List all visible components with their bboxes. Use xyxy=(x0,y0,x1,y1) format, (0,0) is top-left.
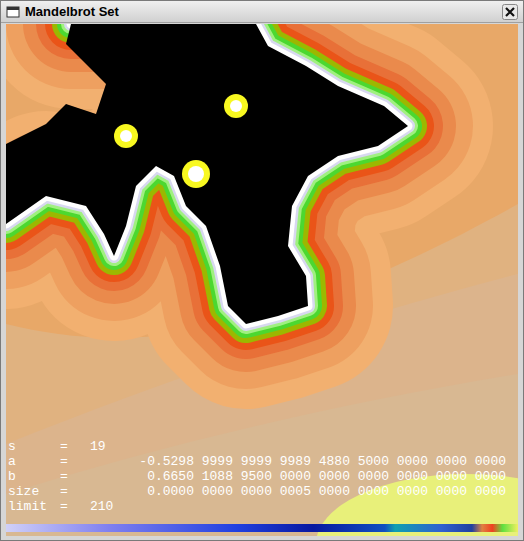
info-row: size=0.0000 0000 0000 0005 0000 0000 000… xyxy=(8,484,506,499)
info-value: 19 xyxy=(76,439,106,454)
info-separator: = xyxy=(60,439,76,454)
info-label: s xyxy=(8,439,60,454)
info-label: b xyxy=(8,469,60,484)
info-row: b=0.6650 1088 9500 0000 0000 0000 0000 0… xyxy=(8,469,506,484)
info-separator: = xyxy=(60,499,76,514)
info-panel: s=19a=-0.5298 9999 9999 9989 4880 5000 0… xyxy=(8,439,506,514)
palette-bar xyxy=(6,524,518,532)
info-value: 210 xyxy=(76,499,113,514)
close-icon[interactable] xyxy=(502,4,518,20)
info-label: limit xyxy=(8,499,60,514)
info-separator: = xyxy=(60,484,76,499)
window: Mandelbrot Sets=19a=-0.5298 9999 9999 99… xyxy=(0,0,524,541)
info-label: a xyxy=(8,454,60,469)
info-value: -0.5298 9999 9999 9989 4880 5000 0000 00… xyxy=(76,454,506,469)
info-label: size xyxy=(8,484,60,499)
window-title: Mandelbrot Set xyxy=(25,5,119,18)
info-separator: = xyxy=(60,469,76,484)
info-row: limit=210 xyxy=(8,499,506,514)
info-row: a=-0.5298 9999 9999 9989 4880 5000 0000 … xyxy=(8,454,506,469)
info-value: 0.0000 0000 0000 0005 0000 0000 0000 000… xyxy=(76,484,506,499)
window-icon xyxy=(6,5,20,19)
title-bar[interactable]: Mandelbrot Set xyxy=(1,1,523,23)
info-row: s=19 xyxy=(8,439,506,454)
info-separator: = xyxy=(60,454,76,469)
canvas[interactable]: s=19a=-0.5298 9999 9999 9989 4880 5000 0… xyxy=(6,24,518,536)
info-value: 0.6650 1088 9500 0000 0000 0000 0000 000… xyxy=(76,469,506,484)
